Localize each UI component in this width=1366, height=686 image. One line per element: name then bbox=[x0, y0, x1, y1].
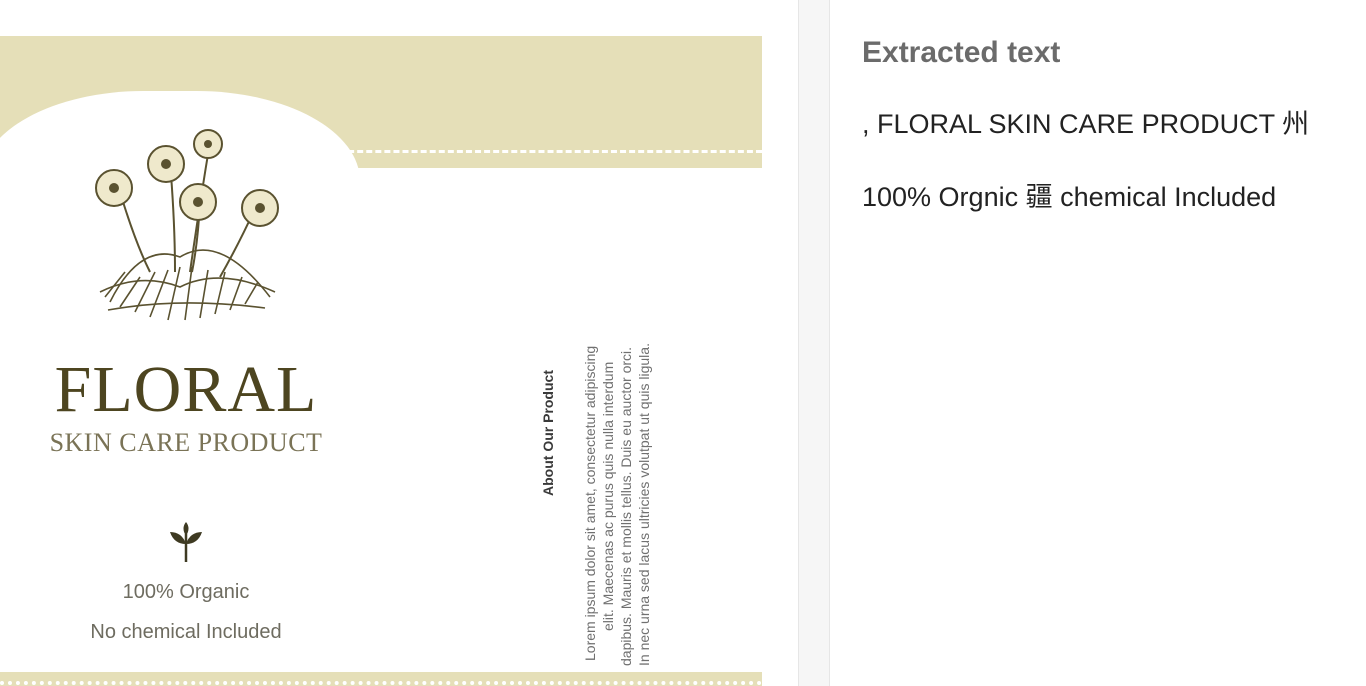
organic-tagline: 100% Organic bbox=[122, 581, 250, 603]
extracted-text-line[interactable]: , FLORAL SKIN CARE PRODUCT 州 bbox=[862, 102, 1309, 141]
product-label-image: FLORAL SKIN CARE PRODUCT 100% Organic No… bbox=[0, 36, 762, 686]
about-line: elit. Maecenas ac purus quis nulla inter… bbox=[600, 361, 616, 631]
bottom-dotted-border bbox=[0, 681, 762, 685]
panel-heading: Extracted text bbox=[862, 36, 1061, 69]
image-preview-pane: FLORAL SKIN CARE PRODUCT 100% Organic No… bbox=[0, 0, 798, 686]
about-product-block: About Our Product Lorem ipsum dolor sit … bbox=[530, 206, 670, 666]
no-chemical-tagline: No chemical Included bbox=[90, 621, 282, 643]
dashed-border-right bbox=[330, 150, 762, 153]
brand-title: FLORAL bbox=[54, 353, 318, 426]
pane-divider[interactable] bbox=[798, 0, 830, 686]
about-title: About Our Product bbox=[540, 370, 556, 496]
sprout-icon bbox=[170, 522, 202, 562]
extracted-text-line[interactable]: 100% Orgnic 疆 chemical Included bbox=[862, 175, 1276, 214]
extracted-text-panel: Extracted text , FLORAL SKIN CARE PRODUC… bbox=[830, 0, 1366, 686]
about-line: Lorem ipsum dolor sit amet, consectetur … bbox=[582, 345, 598, 661]
flower-illustration bbox=[95, 129, 279, 321]
about-line: In nec urna sed lacus ultricies volutpat… bbox=[636, 343, 652, 666]
about-line: dapibus. Mauris et mollis tellus. Duis e… bbox=[618, 346, 634, 666]
brand-subtitle: SKIN CARE PRODUCT bbox=[49, 428, 323, 457]
